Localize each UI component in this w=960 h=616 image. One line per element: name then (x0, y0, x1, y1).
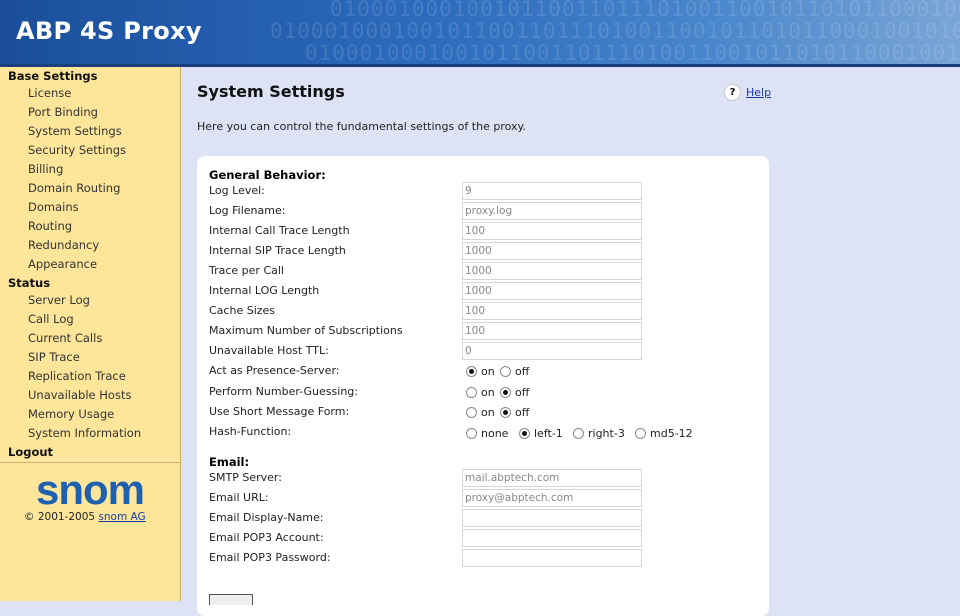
help-link-group[interactable]: ? Help (724, 84, 771, 101)
cache-sizes-label: Cache Sizes (209, 304, 276, 317)
sidebar-item-server-log[interactable]: Server Log (28, 293, 90, 307)
log-level-label: Log Level: (209, 184, 265, 197)
sidebar-item-domains[interactable]: Domains (28, 200, 79, 214)
trace-per-call-input[interactable]: 1000 (462, 262, 642, 280)
unavailable-host-ttl-input[interactable]: 0 (462, 342, 642, 360)
snom-logo-text: snom (36, 470, 144, 510)
call-trace-length-input[interactable]: 100 (462, 222, 642, 240)
radio-icon[interactable] (466, 406, 477, 418)
radio-icon[interactable] (500, 365, 511, 377)
radio-icon[interactable] (573, 427, 584, 439)
sidebar-item-call-log[interactable]: Call Log (28, 312, 74, 326)
number-guessing-off-radio[interactable]: off (500, 386, 529, 399)
hash-function-label: Hash-Function: (209, 425, 292, 438)
sidebar-group-status[interactable]: Status (8, 276, 50, 290)
smtp-server-input[interactable]: mail.abptech.com (462, 469, 642, 487)
number-guessing-on-radio[interactable]: on (466, 386, 495, 399)
header-binary-pattern: 0100010001001011001101110100110010110101… (270, 0, 960, 64)
sidebar-item-security-settings[interactable]: Security Settings (28, 143, 126, 157)
radio-selected-icon[interactable] (466, 365, 477, 377)
short-message-label: Use Short Message Form: (209, 405, 350, 418)
log-filename-input[interactable]: proxy.log (462, 202, 642, 220)
trace-per-call-label: Trace per Call (209, 264, 284, 277)
short-message-off-radio[interactable]: off (500, 406, 529, 419)
smtp-server-label: SMTP Server: (209, 471, 282, 484)
sidebar-item-unavailable-hosts[interactable]: Unavailable Hosts (28, 388, 131, 402)
unavailable-host-ttl-label: Unavailable Host TTL: (209, 344, 329, 357)
cache-sizes-input[interactable]: 100 (462, 302, 642, 320)
pop3-account-label: Email POP3 Account: (209, 531, 324, 544)
presence-server-off-radio[interactable]: off (500, 365, 529, 378)
hash-right-3-radio[interactable]: right-3 (573, 427, 625, 440)
sidebar-item-appearance[interactable]: Appearance (28, 257, 97, 271)
pop3-password-label: Email POP3 Password: (209, 551, 331, 564)
hash-md5-12-radio[interactable]: md5-12 (635, 427, 693, 440)
email-display-name-label: Email Display-Name: (209, 511, 324, 524)
sidebar-item-sip-trace[interactable]: SIP Trace (28, 350, 80, 364)
number-guessing-label: Perform Number-Guessing: (209, 385, 358, 398)
short-message-on-radio[interactable]: on (466, 406, 495, 419)
sidebar: Base Settings License Port Binding Syste… (0, 67, 181, 601)
sidebar-item-billing[interactable]: Billing (28, 162, 63, 176)
general-behavior-heading: General Behavior: (209, 168, 326, 182)
sidebar-divider (0, 462, 180, 463)
hash-none-radio[interactable]: none (466, 427, 508, 440)
page-title: System Settings (197, 82, 345, 101)
presence-server-label: Act as Presence-Server: (209, 364, 340, 377)
pop3-password-input[interactable] (462, 549, 642, 567)
sidebar-item-routing[interactable]: Routing (28, 219, 72, 233)
sidebar-item-domain-routing[interactable]: Domain Routing (28, 181, 120, 195)
intro-text: Here you can control the fundamental set… (197, 120, 526, 133)
sidebar-item-system-settings[interactable]: System Settings (28, 124, 122, 138)
sidebar-item-redundancy[interactable]: Redundancy (28, 238, 99, 252)
copyright-text: © 2001-2005 (24, 511, 96, 523)
max-subscriptions-label: Maximum Number of Subscriptions (209, 324, 403, 337)
log-length-label: Internal LOG Length (209, 284, 320, 297)
email-display-name-input[interactable] (462, 509, 642, 527)
copyright: © 2001-2005 snom AG (24, 511, 146, 523)
log-level-input[interactable]: 9 (462, 182, 642, 200)
help-icon[interactable]: ? (724, 84, 741, 101)
radio-selected-icon[interactable] (500, 406, 511, 418)
max-subscriptions-input[interactable]: 100 (462, 322, 642, 340)
sidebar-item-license[interactable]: License (28, 86, 71, 100)
call-trace-length-label: Internal Call Trace Length (209, 224, 350, 237)
help-link[interactable]: Help (746, 86, 771, 99)
pop3-account-input[interactable] (462, 529, 642, 547)
app-header: 0100010001001011001101110100110010110101… (0, 0, 960, 64)
app-title: ABP 4S Proxy (16, 17, 202, 45)
log-filename-label: Log Filename: (209, 204, 286, 217)
snom-logo: snom (36, 470, 145, 510)
radio-icon[interactable] (635, 427, 646, 439)
sidebar-item-replication-trace[interactable]: Replication Trace (28, 369, 126, 383)
presence-server-on-radio[interactable]: on (466, 365, 495, 378)
sidebar-item-current-calls[interactable]: Current Calls (28, 331, 102, 345)
sidebar-item-logout[interactable]: Logout (8, 445, 53, 459)
sidebar-item-system-information[interactable]: System Information (28, 426, 141, 440)
sidebar-item-port-binding[interactable]: Port Binding (28, 105, 98, 119)
radio-icon[interactable] (466, 427, 477, 439)
email-url-input[interactable]: proxy@abptech.com (462, 489, 642, 507)
sidebar-group-base-settings[interactable]: Base Settings (8, 69, 97, 83)
save-button[interactable] (209, 594, 253, 605)
email-heading: Email: (209, 455, 250, 469)
radio-selected-icon[interactable] (519, 427, 530, 439)
radio-selected-icon[interactable] (500, 386, 511, 398)
sidebar-item-memory-usage[interactable]: Memory Usage (28, 407, 114, 421)
radio-icon[interactable] (466, 386, 477, 398)
hash-left-1-radio[interactable]: left-1 (519, 427, 563, 440)
log-length-input[interactable]: 1000 (462, 282, 642, 300)
sip-trace-length-input[interactable]: 1000 (462, 242, 642, 260)
email-url-label: Email URL: (209, 491, 269, 504)
sip-trace-length-label: Internal SIP Trace Length (209, 244, 346, 257)
snom-ag-link[interactable]: snom AG (98, 511, 145, 523)
